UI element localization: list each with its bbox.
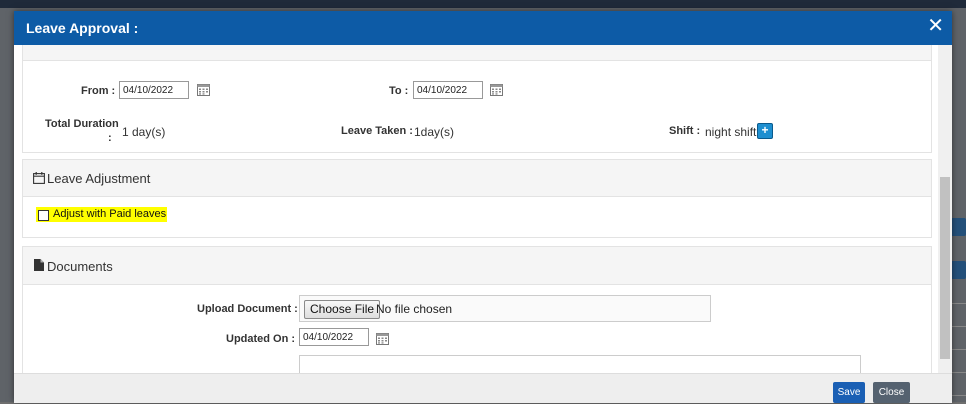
save-button[interactable]: Save [833, 382, 865, 403]
upload-document-field[interactable]: Choose File No file chosen [299, 295, 711, 322]
calendar-icon [33, 172, 45, 184]
background-table-cell [950, 303, 966, 312]
calendar-icon[interactable] [490, 84, 503, 96]
documents-title: Documents [47, 259, 113, 274]
shift-label: Shift : [669, 125, 701, 137]
adjust-paid-leaves-checkbox[interactable] [38, 210, 49, 221]
to-date-input[interactable] [413, 81, 483, 99]
leave-taken-label: Leave Taken : [341, 125, 413, 137]
adjust-paid-leaves-label[interactable]: Adjust with Paid leaves [53, 208, 166, 220]
to-label: To : [389, 85, 409, 97]
background-table-cell [950, 349, 966, 358]
leave-approval-modal: Leave Approval : ✕ From : To : [14, 11, 952, 403]
choose-file-button[interactable]: Choose File [304, 300, 381, 319]
scrollbar-thumb[interactable] [940, 177, 950, 359]
close-icon[interactable]: ✕ [927, 16, 944, 36]
panel-header: Leave Adjustment [23, 160, 931, 197]
leave-details-panel: From : To : [22, 45, 932, 153]
total-duration-colon: : [108, 132, 112, 144]
from-label: From : [81, 85, 116, 97]
calendar-icon[interactable] [376, 333, 389, 345]
document-icon [34, 259, 44, 271]
background-table-cell [950, 326, 966, 335]
shift-value: night shift [705, 125, 757, 139]
updated-on-label: Updated On : [226, 333, 296, 345]
close-button[interactable]: Close [873, 382, 910, 403]
calendar-icon[interactable] [197, 84, 210, 96]
leave-adjustment-title: Leave Adjustment [47, 171, 151, 186]
total-duration-label: Total Duration [45, 118, 119, 130]
leave-taken-value: 1day(s) [414, 125, 455, 139]
upload-document-label: Upload Document : [197, 303, 298, 315]
background-table-cell [950, 395, 966, 404]
modal-scrollbar[interactable] [938, 45, 952, 373]
background-table-cell [950, 372, 966, 381]
updated-on-date-input[interactable] [299, 328, 369, 346]
documents-panel: Documents Upload Document : Choose File … [22, 246, 932, 373]
from-date-input[interactable] [119, 81, 189, 99]
modal-body: From : To : [14, 45, 938, 373]
leave-adjustment-panel: Leave Adjustment Adjust with Paid leaves [22, 159, 932, 238]
add-shift-button[interactable]: + [757, 123, 773, 139]
remarks-textarea[interactable] [299, 355, 861, 373]
modal-footer: Save Close [14, 373, 952, 403]
total-duration-value: 1 day(s) [122, 125, 166, 139]
modal-header: Leave Approval : ✕ [14, 11, 952, 45]
file-status: No file chosen [376, 302, 453, 316]
panel-header [23, 45, 931, 61]
background-top-bar [0, 0, 966, 8]
panel-header: Documents [23, 247, 931, 285]
modal-title: Leave Approval : [26, 20, 139, 36]
